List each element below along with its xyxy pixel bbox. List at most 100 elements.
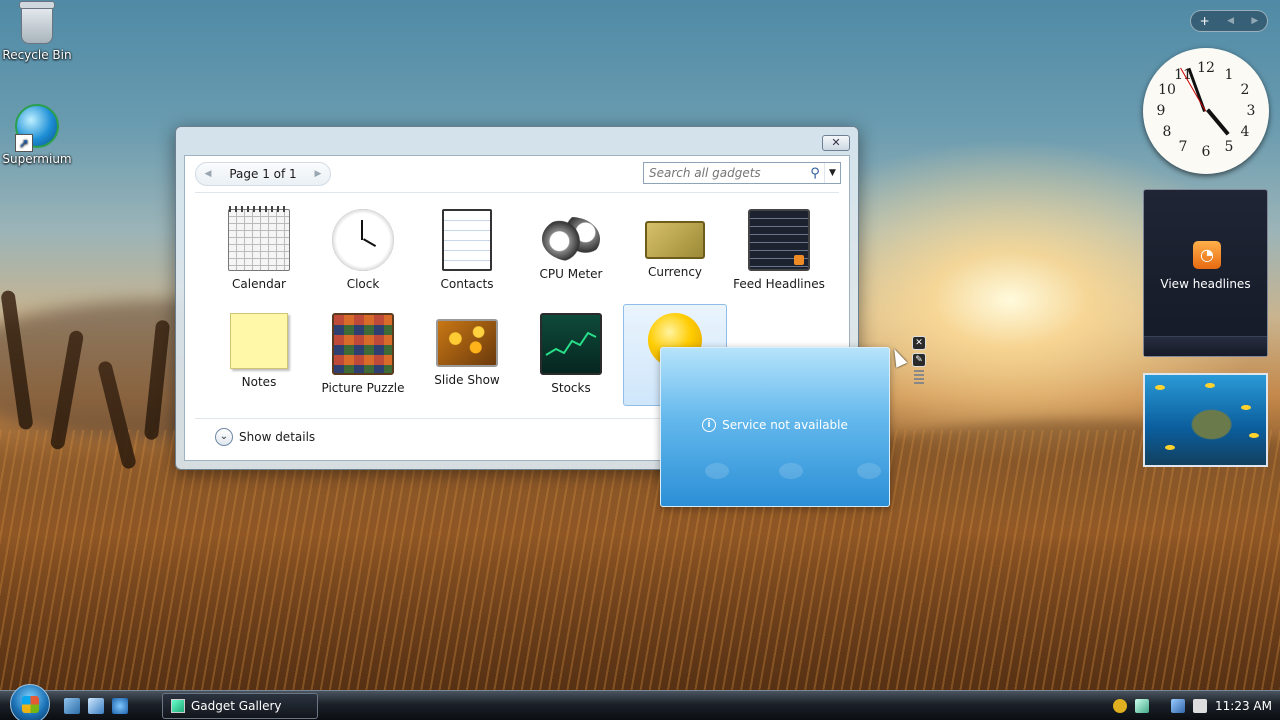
divider bbox=[195, 192, 839, 193]
fish-decoration bbox=[1155, 385, 1165, 390]
weather-gadget[interactable]: i Service not available bbox=[660, 347, 890, 507]
decorative-bubble bbox=[705, 463, 729, 479]
add-gadget-button[interactable]: + bbox=[1200, 14, 1210, 28]
fish-decoration bbox=[1165, 445, 1175, 450]
previous-icon[interactable]: ◀ bbox=[1227, 16, 1234, 26]
gadget-label: Currency bbox=[647, 265, 703, 279]
desktop-icon-label: Recycle Bin bbox=[2, 48, 72, 62]
decorative-bubble bbox=[857, 463, 881, 479]
feed-footer bbox=[1144, 336, 1267, 356]
notes-icon bbox=[230, 313, 288, 369]
feed-headlines-gadget[interactable]: ◔ View headlines bbox=[1143, 189, 1268, 357]
search-input[interactable] bbox=[644, 166, 806, 180]
calendar-icon bbox=[228, 206, 290, 271]
security-shield-icon[interactable] bbox=[1113, 699, 1128, 713]
clock-numeral: 2 bbox=[1240, 82, 1250, 98]
search-icon[interactable]: ⚲ bbox=[806, 166, 824, 181]
gadget-slide-show[interactable]: Slide Show bbox=[415, 304, 519, 406]
clock-numeral: 12 bbox=[1197, 60, 1215, 76]
wrench-icon[interactable]: ✎ bbox=[912, 353, 926, 367]
switch-windows-icon[interactable] bbox=[88, 698, 104, 714]
gadget-close-icon[interactable]: ✕ bbox=[912, 336, 926, 350]
gadget-search-box: ⚲ ▼ bbox=[643, 162, 841, 184]
show-details-label: Show details bbox=[239, 430, 316, 444]
fish-decoration bbox=[1205, 383, 1215, 388]
volume-muted-icon[interactable] bbox=[1193, 699, 1208, 713]
gadget-clock[interactable]: Clock bbox=[311, 200, 415, 302]
slide-show-icon bbox=[436, 319, 498, 367]
fish-decoration bbox=[1241, 405, 1251, 410]
picture-puzzle-icon bbox=[332, 313, 394, 375]
hour-hand bbox=[1206, 108, 1230, 136]
gadget-label: Contacts bbox=[440, 277, 494, 291]
gadget-contacts[interactable]: Contacts bbox=[415, 200, 519, 302]
currency-icon bbox=[645, 221, 705, 259]
stocks-icon bbox=[540, 313, 602, 375]
status-message: i Service not available bbox=[661, 418, 889, 432]
chevron-down-icon: ⌄ bbox=[215, 428, 233, 446]
cpu-meter-icon bbox=[542, 217, 600, 261]
gadget-controls: ✕ ✎ bbox=[912, 336, 926, 386]
gadget-label: Slide Show bbox=[434, 373, 500, 387]
status-text: Service not available bbox=[722, 418, 848, 432]
desktop-icon-supermium[interactable]: Supermium bbox=[1, 104, 73, 166]
close-icon: ✕ bbox=[831, 136, 841, 149]
view-headlines-link[interactable]: View headlines bbox=[1144, 277, 1267, 291]
mouse-cursor bbox=[888, 346, 908, 368]
gadget-label: CPU Meter bbox=[539, 267, 603, 281]
page-indicator: Page 1 of 1 bbox=[229, 167, 297, 181]
next-icon[interactable]: ▶ bbox=[1251, 16, 1258, 26]
fish-decoration bbox=[1249, 433, 1259, 438]
gadget-picture-puzzle[interactable]: Picture Puzzle bbox=[311, 304, 415, 406]
clock-numeral: 5 bbox=[1224, 139, 1234, 155]
search-dropdown-icon[interactable]: ▼ bbox=[824, 163, 840, 183]
taskbar: Gadget Gallery 11:23 AM bbox=[0, 684, 1280, 720]
clock-icon bbox=[332, 209, 394, 271]
gadget-stocks[interactable]: Stocks bbox=[519, 304, 623, 406]
gadget-label: Clock bbox=[346, 277, 380, 291]
desktop-icon-recycle-bin[interactable]: Recycle Bin bbox=[1, 1, 73, 62]
clock-numeral: 10 bbox=[1158, 82, 1176, 98]
clock-numeral: 9 bbox=[1156, 103, 1166, 119]
gadget-gallery-icon bbox=[171, 699, 185, 713]
clock-numeral: 7 bbox=[1178, 139, 1188, 155]
previous-page-icon[interactable]: ◀ bbox=[202, 169, 214, 179]
clock-numeral: 3 bbox=[1246, 103, 1256, 119]
decorative-bubble bbox=[779, 463, 803, 479]
clock-numeral: 6 bbox=[1201, 144, 1211, 160]
desktop-icon-label: Supermium bbox=[2, 152, 72, 166]
gadget-label: Picture Puzzle bbox=[321, 381, 405, 395]
gadget-feed-headlines[interactable]: Feed Headlines bbox=[727, 200, 831, 302]
next-page-icon[interactable]: ▶ bbox=[312, 169, 324, 179]
taskbar-button-label: Gadget Gallery bbox=[191, 699, 282, 713]
close-button[interactable]: ✕ bbox=[822, 135, 850, 151]
gadget-label: Stocks bbox=[551, 381, 591, 395]
slide-show-gadget[interactable] bbox=[1143, 373, 1268, 467]
show-desktop-icon[interactable] bbox=[64, 698, 80, 714]
sidebar-controls: + ◀ ▶ bbox=[1190, 10, 1268, 32]
page-navigator: ◀ Page 1 of 1 ▶ bbox=[195, 162, 331, 186]
contacts-icon bbox=[442, 209, 492, 271]
clock-time[interactable]: 11:23 AM bbox=[1215, 699, 1272, 713]
rss-icon: ◔ bbox=[1193, 241, 1221, 269]
taskbar-button-gadget-gallery[interactable]: Gadget Gallery bbox=[162, 693, 318, 719]
tray-app-icon[interactable] bbox=[1135, 699, 1150, 713]
gadget-label: Feed Headlines bbox=[733, 277, 825, 291]
gadget-currency[interactable]: Currency bbox=[623, 200, 727, 302]
clock-numeral: 1 bbox=[1224, 67, 1234, 83]
feed-headlines-icon bbox=[748, 209, 810, 271]
start-button[interactable] bbox=[10, 684, 50, 720]
show-details-toggle[interactable]: ⌄ Show details bbox=[215, 428, 315, 446]
drag-handle[interactable] bbox=[914, 370, 924, 386]
gadget-label: Notes bbox=[241, 375, 277, 389]
internet-explorer-icon[interactable] bbox=[112, 698, 128, 714]
clock-gadget[interactable]: 12 1 2 3 4 5 6 7 8 9 10 11 bbox=[1143, 48, 1269, 174]
network-icon[interactable] bbox=[1171, 699, 1186, 713]
supermium-browser-icon bbox=[15, 104, 59, 152]
gadget-calendar[interactable]: Calendar bbox=[207, 200, 311, 302]
clock-numeral: 8 bbox=[1162, 124, 1172, 140]
gadget-cpu-meter[interactable]: CPU Meter bbox=[519, 200, 623, 302]
system-tray: 11:23 AM bbox=[1113, 691, 1272, 720]
info-icon: i bbox=[702, 418, 717, 432]
gadget-notes[interactable]: Notes bbox=[207, 304, 311, 406]
